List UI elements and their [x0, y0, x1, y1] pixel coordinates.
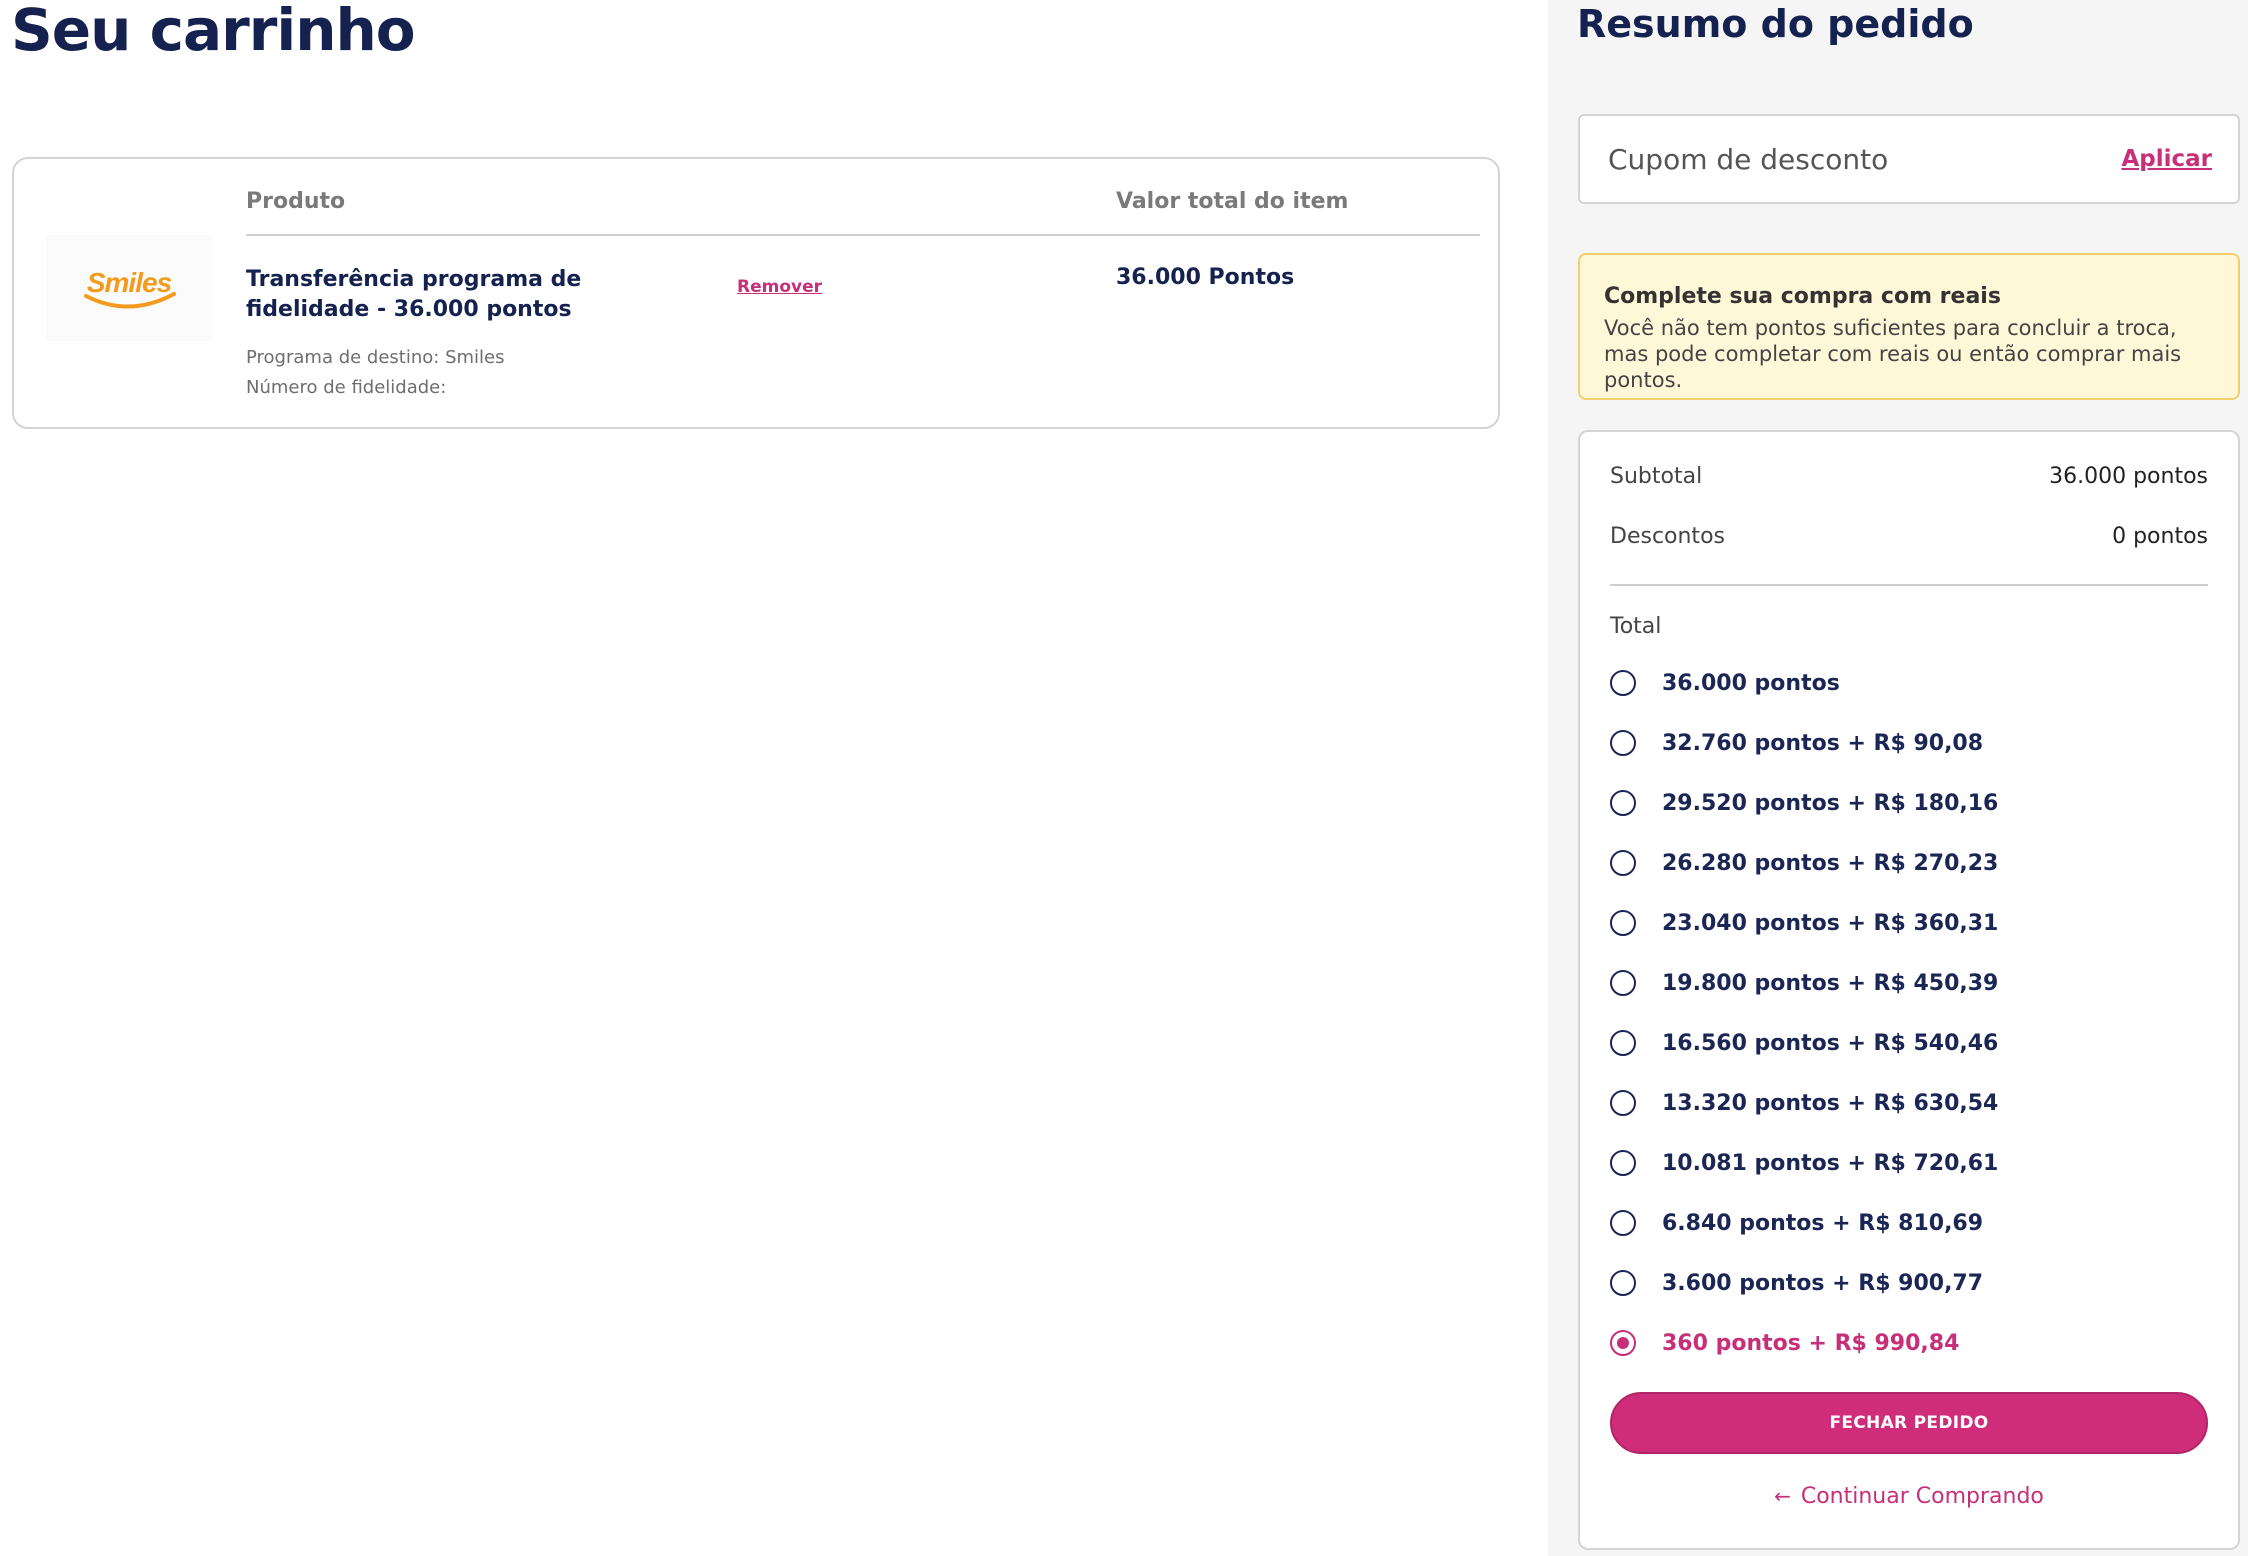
- checkout-button[interactable]: FECHAR PEDIDO: [1610, 1392, 2208, 1454]
- radio-icon[interactable]: [1610, 730, 1636, 756]
- payment-option[interactable]: 360 pontos + R$ 990,84: [1610, 1330, 2218, 1390]
- svg-text:Smiles: Smiles: [87, 267, 172, 298]
- smiles-logo: Smiles: [84, 267, 176, 309]
- discount-label: Descontos: [1610, 524, 1725, 549]
- column-header-item-total: Valor total do item: [1116, 189, 1349, 214]
- payment-option[interactable]: 3.600 pontos + R$ 900,77: [1610, 1270, 2218, 1330]
- cart-item-card: Produto Valor total do item Smiles Trans…: [12, 157, 1500, 429]
- radio-icon[interactable]: [1610, 850, 1636, 876]
- payment-option[interactable]: 32.760 pontos + R$ 90,08: [1610, 730, 2218, 790]
- radio-icon[interactable]: [1610, 970, 1636, 996]
- coupon-input[interactable]: [1580, 116, 2120, 202]
- payment-option[interactable]: 23.040 pontos + R$ 360,31: [1610, 910, 2218, 970]
- payment-option[interactable]: 19.800 pontos + R$ 450,39: [1610, 970, 2218, 1030]
- payment-option[interactable]: 29.520 pontos + R$ 180,16: [1610, 790, 2218, 850]
- radio-icon[interactable]: [1610, 790, 1636, 816]
- payment-option-label: 13.320 pontos + R$ 630,54: [1662, 1091, 1999, 1116]
- payment-option-label: 10.081 pontos + R$ 720,61: [1662, 1151, 1999, 1176]
- payment-option-label: 26.280 pontos + R$ 270,23: [1662, 851, 1999, 876]
- payment-option[interactable]: 36.000 pontos: [1610, 670, 2218, 730]
- payment-option[interactable]: 26.280 pontos + R$ 270,23: [1610, 850, 2218, 910]
- radio-icon[interactable]: [1610, 670, 1636, 696]
- radio-icon[interactable]: [1610, 910, 1636, 936]
- subtotal-label: Subtotal: [1610, 464, 1703, 489]
- payment-option-label: 29.520 pontos + R$ 180,16: [1662, 791, 1999, 816]
- payment-option-label: 23.040 pontos + R$ 360,31: [1662, 911, 1999, 936]
- radio-icon[interactable]: [1610, 1030, 1636, 1056]
- page-title: Seu carrinho: [11, 0, 416, 64]
- totals-divider: [1610, 584, 2208, 586]
- summary-title: Resumo do pedido: [1577, 2, 1974, 46]
- payment-option-label: 3.600 pontos + R$ 900,77: [1662, 1271, 1984, 1296]
- total-label: Total: [1610, 614, 1662, 639]
- payment-option[interactable]: 10.081 pontos + R$ 720,61: [1610, 1150, 2218, 1210]
- order-summary-panel: Resumo do pedido Aplicar Complete sua co…: [1548, 0, 2248, 1556]
- product-thumbnail: Smiles: [46, 235, 212, 341]
- payment-options-list: 36.000 pontos 32.760 pontos + R$ 90,08 29.…: [1610, 670, 2218, 1390]
- remove-item-link[interactable]: Remover: [737, 277, 822, 297]
- alert-text: Você não tem pontos suficientes para con…: [1604, 316, 2182, 392]
- coupon-box: Aplicar: [1578, 114, 2240, 204]
- header-divider: [246, 234, 1480, 236]
- radio-icon[interactable]: [1610, 1150, 1636, 1176]
- continue-shopping-label: Continuar Comprando: [1800, 1484, 2044, 1509]
- radio-icon[interactable]: [1610, 1090, 1636, 1116]
- arrow-left-icon: ←: [1774, 1484, 1791, 1508]
- payment-option[interactable]: 6.840 pontos + R$ 810,69: [1610, 1210, 2218, 1270]
- subtotal-value: 36.000 pontos: [2049, 464, 2208, 489]
- payment-option-label: 32.760 pontos + R$ 90,08: [1662, 731, 1984, 756]
- discount-value: 0 pontos: [2112, 524, 2208, 549]
- cart-panel: Seu carrinho Produto Valor total do item…: [0, 0, 1548, 1556]
- apply-coupon-link[interactable]: Aplicar: [2121, 146, 2212, 172]
- radio-icon[interactable]: [1610, 1330, 1636, 1356]
- payment-option[interactable]: 13.320 pontos + R$ 630,54: [1610, 1090, 2218, 1150]
- alert-title: Complete sua compra com reais: [1604, 284, 2001, 309]
- continue-shopping-link[interactable]: ← Continuar Comprando: [1580, 1484, 2238, 1509]
- totals-card: Subtotal 36.000 pontos Descontos 0 ponto…: [1578, 430, 2240, 1550]
- subtotal-row: Subtotal 36.000 pontos: [1610, 464, 2208, 489]
- payment-option-label: 360 pontos + R$ 990,84: [1662, 1331, 1960, 1356]
- radio-icon[interactable]: [1610, 1210, 1636, 1236]
- loyalty-number: Número de fidelidade:: [246, 377, 447, 398]
- radio-icon[interactable]: [1610, 1270, 1636, 1296]
- payment-option-label: 19.800 pontos + R$ 450,39: [1662, 971, 1999, 996]
- payment-option-label: 36.000 pontos: [1662, 671, 1840, 696]
- item-total-value: 36.000 Pontos: [1116, 265, 1295, 290]
- discount-row: Descontos 0 pontos: [1610, 524, 2208, 549]
- payment-option-label: 16.560 pontos + R$ 540,46: [1662, 1031, 1999, 1056]
- insufficient-points-alert: Complete sua compra com reais Você não t…: [1578, 253, 2240, 400]
- destination-program: Programa de destino: Smiles: [246, 347, 505, 368]
- column-header-product: Produto: [246, 189, 346, 214]
- product-name: Transferência programa de fidelidade - 3…: [246, 267, 582, 322]
- payment-option-label: 6.840 pontos + R$ 810,69: [1662, 1211, 1984, 1236]
- payment-option[interactable]: 16.560 pontos + R$ 540,46: [1610, 1030, 2218, 1090]
